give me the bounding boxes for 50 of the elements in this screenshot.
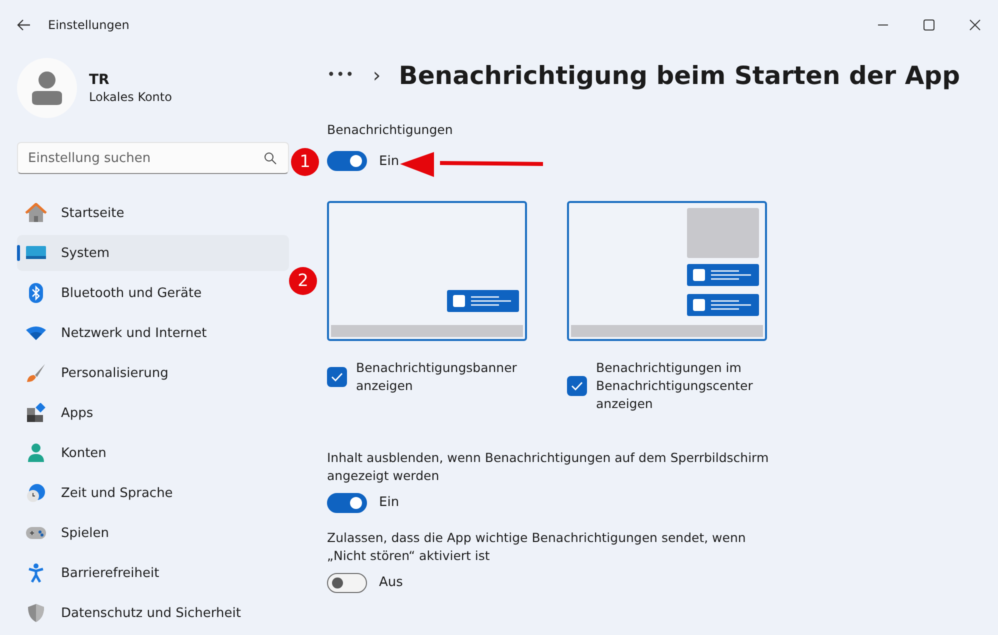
sidebar-item[interactable]: Bluetooth und Geräte (17, 275, 289, 311)
monitor-icon (26, 245, 46, 261)
sidebar-item[interactable]: Startseite (17, 195, 289, 231)
account-type: Lokales Konto (89, 90, 172, 104)
checkbox[interactable] (327, 367, 347, 387)
sidebar-item[interactable]: Spielen (17, 515, 289, 551)
maximize-icon[interactable] (923, 19, 935, 31)
toggle-state-label: Ein (379, 154, 400, 168)
search-field[interactable]: Einstellung suchen (17, 142, 289, 174)
toggle-switch[interactable] (327, 573, 367, 593)
annotation-badge: 1 (291, 148, 319, 176)
accessibility-icon (28, 563, 44, 583)
breadcrumb-more-button[interactable]: ••• (327, 67, 355, 83)
wifi-icon (26, 326, 46, 340)
page-title: Benachrichtigung beim Starten der App (398, 60, 960, 90)
sidebar-item[interactable]: Netzwerk und Internet (17, 315, 289, 351)
sidebar-item[interactable]: Personalisierung (17, 355, 289, 391)
close-icon[interactable] (969, 19, 981, 31)
checkbox[interactable] (567, 376, 587, 396)
sidebar-item[interactable]: Apps (17, 395, 289, 431)
breadcrumb-separator: › (372, 63, 381, 87)
apps-icon (26, 403, 46, 423)
toggle-state-label: Ein (379, 494, 400, 512)
account-name: TR (89, 72, 110, 88)
bluetooth-icon (29, 283, 43, 303)
toggle-switch[interactable] (327, 493, 367, 513)
checkmark-icon (571, 381, 583, 391)
annotation-badge: 2 (289, 267, 317, 295)
toggle-switch[interactable] (327, 151, 367, 171)
person-icon (27, 443, 45, 463)
window-title: Einstellungen (48, 18, 130, 32)
paintbrush-icon (26, 363, 46, 383)
gamepad-icon (25, 526, 47, 540)
sidebar-item[interactable]: Datenschutz und Sicherheit (17, 595, 289, 631)
search-icon[interactable] (264, 152, 277, 165)
shield-icon (27, 603, 45, 623)
sidebar-item[interactable]: Barrierefreiheit (17, 555, 289, 591)
setting-label: Inhalt ausblenden, wenn Benachrichtigungen auf dem Sperrbildschirm angezeigt werden (327, 449, 770, 485)
back-arrow-icon[interactable] (17, 19, 31, 31)
checkmark-icon (331, 372, 343, 382)
toggle-state-label: Aus (379, 574, 403, 592)
sidebar-item[interactable]: Zeit und Sprache (17, 475, 289, 511)
sidebar-item[interactable]: Konten (17, 435, 289, 471)
checkbox-label: Benachrichtigungsbanner anzeigen (356, 359, 518, 395)
sidebar-item[interactable]: System (17, 235, 289, 271)
setting-label: Benachrichtigungen (327, 122, 454, 137)
setting-label: Zulassen, dass die App wichtige Benachrichtigungen sendet, wenn „Nicht stören“ aktiviert ist (327, 529, 747, 565)
home-icon (25, 203, 47, 223)
globe-clock-icon (26, 483, 46, 503)
checkbox-label: Benachrichtigungen im Benachrichtigungscenter anzeigen (596, 359, 754, 413)
